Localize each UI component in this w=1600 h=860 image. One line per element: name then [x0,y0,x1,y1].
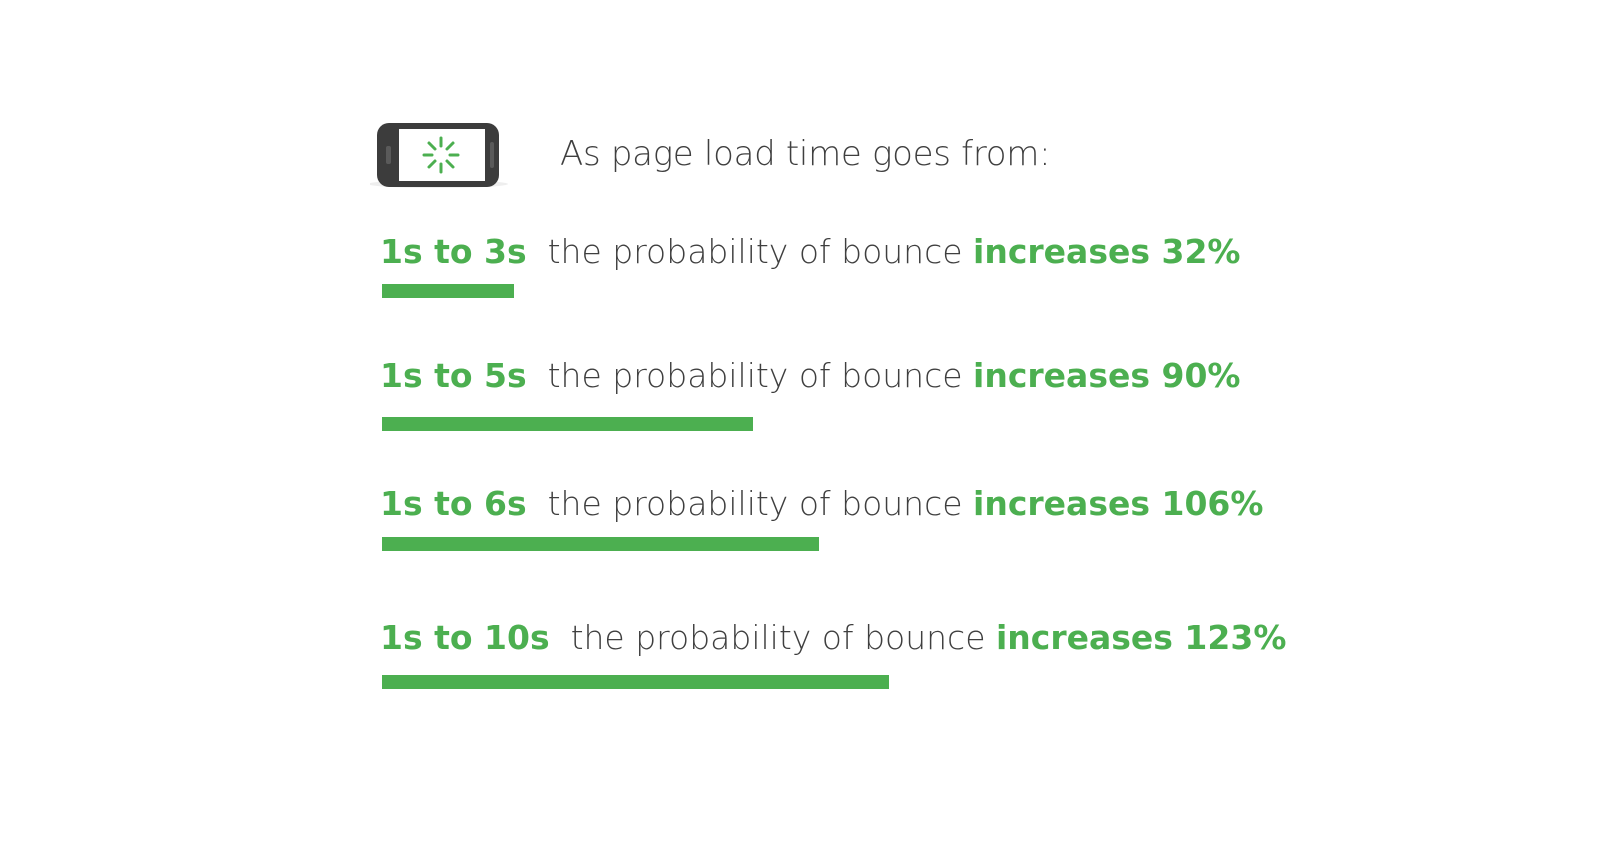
bounce-chart [382,284,889,689]
increase-label: increases 123% [995,618,1287,657]
row-label: 1s to 5s the probability of bounce incre… [380,356,1240,396]
row-label: 1s to 10s the probability of bounce incr… [380,618,1286,658]
middle-text: the probability of bounce [526,232,974,271]
bar [382,537,819,551]
row-label: 1s to 6s the probability of bounce incre… [380,484,1263,524]
bar [382,675,889,689]
range-label: 1s to 6s [380,484,527,523]
bar [382,417,753,431]
row-label: 1s to 3s the probability of bounce incre… [380,232,1240,272]
increase-label: increases 106% [973,484,1264,523]
range-label: 1s to 5s [380,356,527,395]
middle-text: the probability of bounce [526,484,974,523]
increase-label: increases 32% [973,232,1241,271]
increase-label: increases 90% [973,356,1241,395]
middle-text: the probability of bounce [549,618,996,657]
range-label: 1s to 10s [380,618,550,657]
bar [382,284,514,298]
range-label: 1s to 3s [380,232,527,271]
middle-text: the probability of bounce [526,356,974,395]
